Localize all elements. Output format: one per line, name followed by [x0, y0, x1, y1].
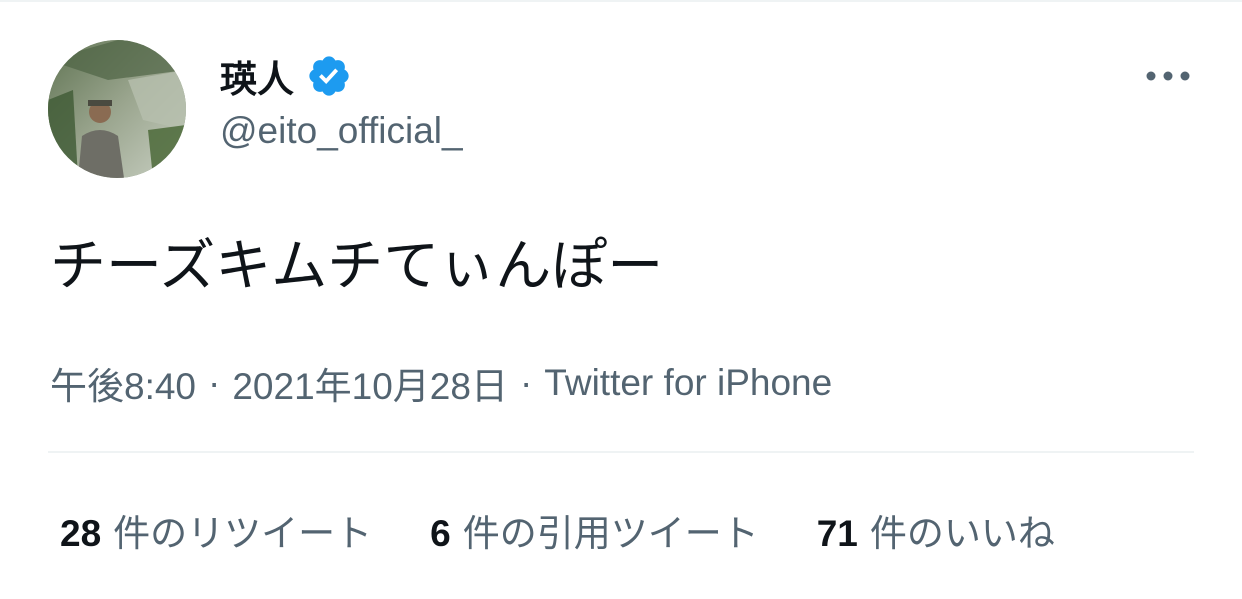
author-name-row[interactable]: 瑛人	[220, 52, 352, 100]
quotes-stat[interactable]: 6 件の引用ツイート	[430, 503, 759, 557]
meta-separator: ·	[519, 362, 533, 403]
tweet-text: チーズキムチてぃんぽー	[50, 234, 664, 297]
tweet-detail: 瑛人 @eito_official_ チーズキムチてぃんぽー 午後8:40 · …	[0, 0, 1242, 599]
retweets-label: 件のリツイート	[113, 513, 373, 554]
retweets-stat[interactable]: 28 件のリツイート	[60, 503, 372, 557]
verified-badge-icon	[306, 53, 352, 99]
user-handle[interactable]: @eito_official_	[220, 110, 463, 152]
tweet-time[interactable]: 午後8:40	[50, 356, 196, 410]
likes-count: 71	[816, 513, 858, 554]
divider	[48, 451, 1194, 453]
likes-label: 件のいいね	[869, 513, 1055, 554]
more-button[interactable]	[1140, 58, 1196, 94]
retweets-count: 28	[60, 513, 102, 554]
tweet-date[interactable]: 2021年10月28日	[232, 356, 508, 410]
quotes-count: 6	[430, 513, 451, 554]
quotes-label: 件の引用ツイート	[462, 513, 759, 554]
tweet-source-link[interactable]: Twitter for iPhone	[544, 362, 832, 404]
more-horizontal-icon	[1145, 70, 1191, 82]
meta-separator: ·	[208, 362, 221, 403]
tweet-meta: 午後8:40 · 2021年10月28日 · Twitter for iPhon…	[50, 356, 832, 410]
display-name[interactable]: 瑛人	[220, 49, 294, 103]
likes-stat[interactable]: 71 件のいいね	[817, 503, 1055, 557]
avatar[interactable]	[48, 40, 186, 178]
engagement-stats: 28 件のリツイート 6 件の引用ツイート 71 件のいいね	[60, 500, 1113, 560]
avatar-photo	[48, 40, 186, 178]
